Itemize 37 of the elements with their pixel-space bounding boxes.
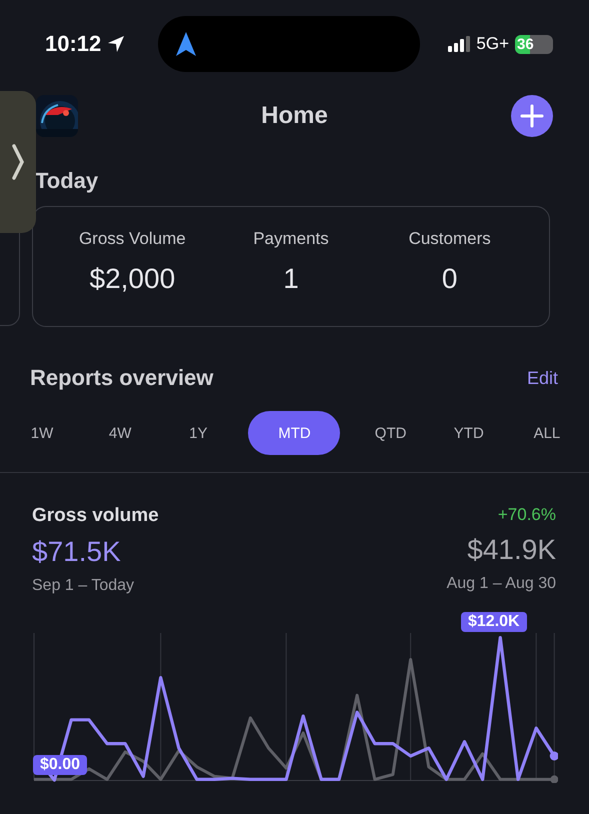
status-time: 10:12: [45, 31, 102, 57]
location-arrow-icon: [107, 35, 126, 53]
peak-value-tooltip: $12.0K: [461, 612, 527, 632]
range-tab[interactable]: 1W: [14, 411, 70, 455]
range-tab[interactable]: ALL: [518, 411, 575, 455]
end-point: [550, 775, 558, 783]
range-tab[interactable]: 4W: [92, 411, 148, 455]
change-percent: +70.6%: [498, 505, 556, 525]
section-title: Today: [35, 168, 100, 194]
current-total: $71.5K: [32, 536, 122, 568]
previous-period: Aug 1 – Aug 30: [446, 575, 556, 593]
stat-label: Customers: [408, 229, 491, 249]
plus-icon: [520, 104, 544, 128]
start-value-tooltip: $0.00: [33, 755, 88, 775]
side-handle[interactable]: [0, 91, 36, 233]
chevron-right-icon: [12, 144, 24, 180]
add-button[interactable]: [511, 95, 553, 137]
stat-value: 0: [442, 263, 458, 295]
stat-label: Payments: [253, 229, 329, 249]
range-tab[interactable]: QTD: [362, 411, 419, 455]
page-title: Home: [260, 102, 329, 130]
end-point: [550, 752, 558, 760]
previous-total: $41.9K: [467, 534, 556, 566]
current-period: Sep 1 – Today: [32, 577, 136, 595]
navigation-arrow-icon: [176, 32, 196, 56]
range-tab[interactable]: 1Y: [170, 411, 226, 455]
stat-value: 1: [283, 263, 299, 295]
network-label: 5G+: [476, 34, 509, 54]
stat-label: Gross Volume: [78, 229, 186, 249]
battery-icon: 36: [515, 34, 553, 54]
range-tab[interactable]: YTD: [440, 411, 497, 455]
edit-link[interactable]: Edit: [526, 368, 558, 388]
range-tab[interactable]: MTD: [248, 411, 340, 455]
stat-value: $2,000: [90, 263, 176, 295]
signal-icon: [448, 36, 470, 52]
chart-title: Gross volume: [32, 505, 159, 527]
section-title: Reports overview: [30, 365, 214, 391]
